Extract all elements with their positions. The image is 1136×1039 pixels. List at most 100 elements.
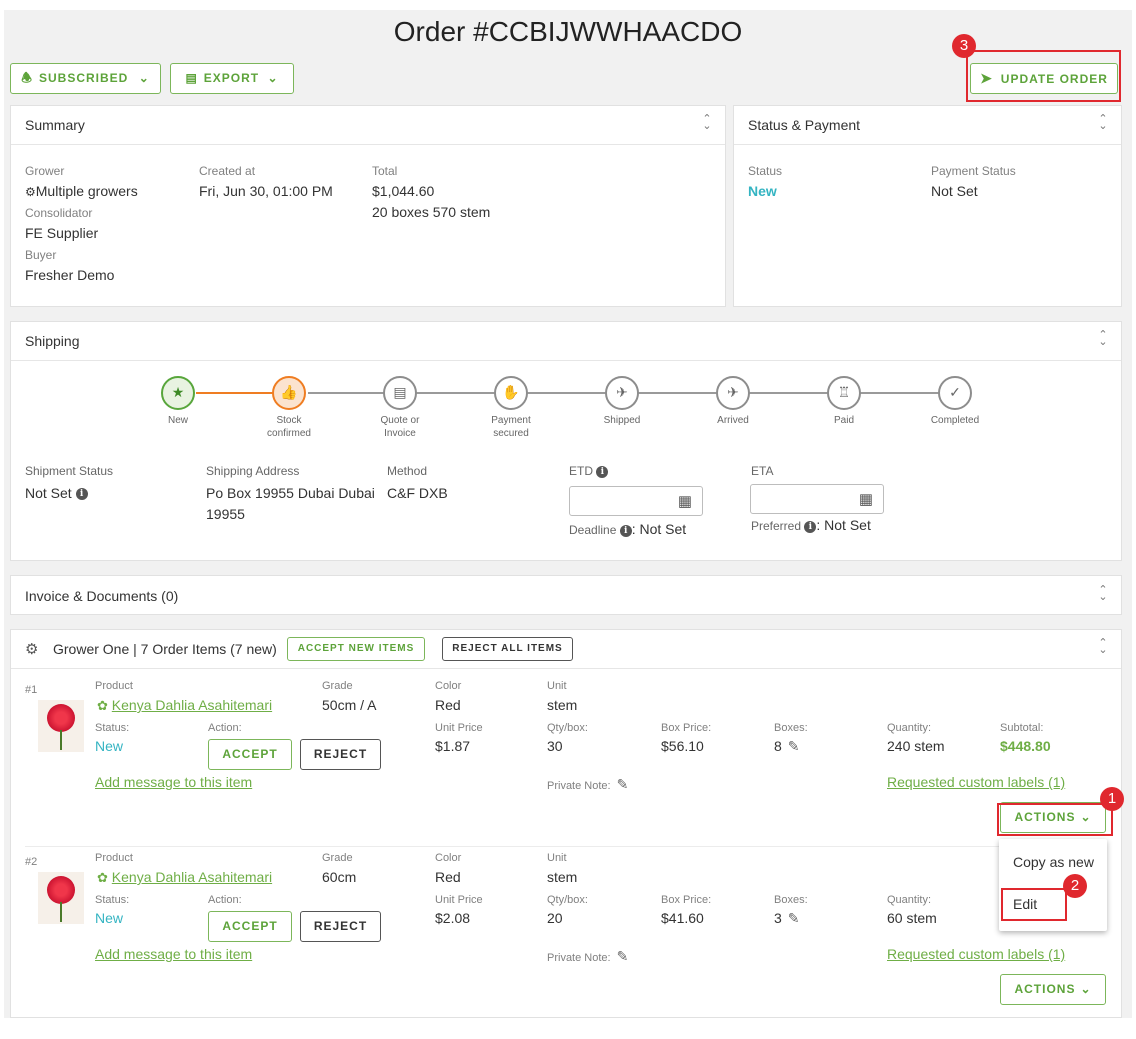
step-label: Stock confirmed: [267, 415, 311, 439]
actions-button[interactable]: ACTIONS ⌄: [1000, 974, 1106, 1005]
accept-button[interactable]: ACCEPT: [208, 739, 292, 770]
total-label: Total: [372, 164, 398, 178]
reject-button[interactable]: REJECT: [300, 739, 381, 770]
subscribed-button[interactable]: 🕭 SUBSCRIBED ⌄: [10, 63, 161, 94]
annotation-box-3: [966, 50, 1121, 102]
accept-button[interactable]: ACCEPT: [208, 911, 292, 942]
plane-takeoff-step: ✈: [605, 376, 639, 410]
grower-items-title: Grower One | 7 Order Items (7 new): [53, 641, 277, 657]
grade-value: 60cm: [322, 869, 357, 885]
star-step: ★: [161, 376, 195, 410]
eta-label: ETA: [751, 464, 774, 478]
calendar-icon[interactable]: ▦: [859, 490, 873, 508]
invoice-card[interactable]: Invoice & Documents (0) ⌃ ⌄: [10, 575, 1122, 615]
order-item-row: #1 Product ✿ Kenya Dahlia Asahitemari Grade…: [11, 676, 1121, 846]
shipment-status-value: Not Set i: [25, 485, 88, 501]
accept-new-items-button[interactable]: ACCEPT NEW ITEMS: [287, 637, 425, 661]
info-icon[interactable]: i: [619, 524, 632, 537]
buyer-label: Buyer: [25, 248, 57, 262]
payment-status-value: Not Set: [931, 183, 978, 199]
step-label: Arrived: [717, 415, 749, 426]
check-step: ✓: [938, 376, 972, 410]
edit-pencil-icon[interactable]: ✎: [617, 948, 629, 964]
chevron-down-icon: ⌄: [1080, 982, 1092, 996]
eta-date-input[interactable]: ▦: [750, 484, 884, 514]
qty-box-label: Qty/box:: [547, 722, 588, 734]
copy-as-new-menu-item[interactable]: Copy as new: [1013, 854, 1094, 870]
collapse-icon[interactable]: ⌃ ⌄: [1097, 638, 1109, 658]
grower-icon: ⚙: [25, 185, 36, 199]
plane-landing-step: ✈: [716, 376, 750, 410]
reject-button[interactable]: REJECT: [300, 911, 381, 942]
etd-label: ETD i: [569, 464, 609, 478]
product-name-link[interactable]: ✿ Kenya Dahlia Asahitemari: [97, 869, 272, 886]
reject-all-items-button[interactable]: REJECT ALL ITEMS: [442, 637, 573, 661]
quantity-value: 60 stem: [887, 910, 937, 926]
add-message-link[interactable]: Add message to this item: [95, 774, 252, 790]
export-button[interactable]: ▤ EXPORT ⌄: [170, 63, 294, 94]
money-icon: ♖: [837, 384, 851, 400]
plane-landing-icon: ✈: [727, 384, 739, 400]
info-icon[interactable]: i: [75, 488, 88, 501]
deadline: Deadline i: Not Set: [569, 521, 687, 537]
total-sub: 20 boxes 570 stem: [372, 204, 491, 220]
boxes-label: Boxes:: [774, 722, 808, 734]
method-value: C&F DXB: [387, 485, 448, 501]
boxes-value: 3 ✎: [774, 910, 800, 926]
flower-icon: ✿: [97, 698, 108, 713]
preferred: Preferred i: Not Set: [751, 517, 871, 533]
status-value: New: [748, 183, 777, 199]
info-icon[interactable]: i: [804, 520, 817, 533]
action-label: Action:: [208, 894, 242, 906]
product-label: Product: [95, 680, 133, 692]
add-message-link[interactable]: Add message to this item: [95, 946, 252, 962]
annotation-badge-2: 2: [1063, 874, 1087, 898]
status-payment-header[interactable]: Status & Payment ⌃ ⌄: [734, 106, 1121, 145]
quantity-label: Quantity:: [887, 894, 932, 906]
qty-box-label: Qty/box:: [547, 894, 588, 906]
product-name-link[interactable]: ✿ Kenya Dahlia Asahitemari: [97, 697, 272, 714]
info-icon[interactable]: i: [596, 465, 609, 478]
collapse-icon[interactable]: ⌃ ⌄: [1097, 330, 1109, 350]
address-label: Shipping Address: [206, 464, 300, 478]
plane-takeoff-icon: ✈: [616, 384, 628, 400]
calendar-icon[interactable]: ▦: [678, 492, 692, 510]
product-label: Product: [95, 852, 133, 864]
created-value: Fri, Jun 30, 01:00 PM: [199, 183, 333, 199]
edit-pencil-icon[interactable]: ✎: [788, 738, 800, 754]
collapse-icon[interactable]: ⌃ ⌄: [1097, 114, 1109, 134]
shipping-header[interactable]: Shipping ⌃ ⌄: [11, 322, 1121, 361]
edit-pencil-icon[interactable]: ✎: [788, 910, 800, 926]
etd-date-input[interactable]: ▦: [569, 486, 703, 516]
custom-labels-link[interactable]: Requested custom labels (1): [887, 774, 1065, 790]
box-price-value: $41.60: [661, 910, 704, 926]
item-status-value: New: [95, 910, 124, 926]
unit-price-value: $1.87: [435, 738, 471, 754]
buyer-value: Fresher Demo: [25, 267, 115, 283]
item-number: #2: [25, 856, 38, 868]
money-step: ♖: [827, 376, 861, 410]
created-label: Created at: [199, 164, 256, 178]
status-payment-card: Status & Payment ⌃ ⌄ Status New Payment S…: [733, 105, 1122, 307]
grade-value: 50cm / A: [322, 697, 377, 713]
annotation-badge-1: 1: [1100, 787, 1124, 811]
edit-pencil-icon[interactable]: ✎: [617, 776, 629, 792]
collapse-icon[interactable]: ⌃ ⌄: [701, 114, 713, 134]
qty-box-value: 30: [547, 738, 563, 754]
flower-icon: ✿: [97, 870, 108, 885]
summary-card: Summary ⌃ ⌄ Grower ⚙Multiple growers Cons…: [10, 105, 726, 307]
subtotal-label: Subtotal:: [1000, 722, 1044, 734]
address-line1: Po Box 19955 Dubai Dubai: [206, 485, 375, 501]
check-icon: ✓: [949, 384, 961, 400]
expand-icon[interactable]: ⌃ ⌄: [1097, 585, 1109, 605]
box-price-label: Box Price:: [661, 894, 712, 906]
action-label: Action:: [208, 722, 242, 734]
product-image: [38, 700, 84, 752]
custom-labels-link[interactable]: Requested custom labels (1): [887, 946, 1065, 962]
summary-header[interactable]: Summary ⌃ ⌄: [11, 106, 725, 145]
step-label: New: [167, 415, 188, 426]
status-payment-title: Status & Payment: [748, 117, 861, 133]
item-divider: [25, 846, 1107, 847]
grower-label: Grower: [25, 164, 65, 178]
consolidator-label: Consolidator: [25, 206, 93, 220]
